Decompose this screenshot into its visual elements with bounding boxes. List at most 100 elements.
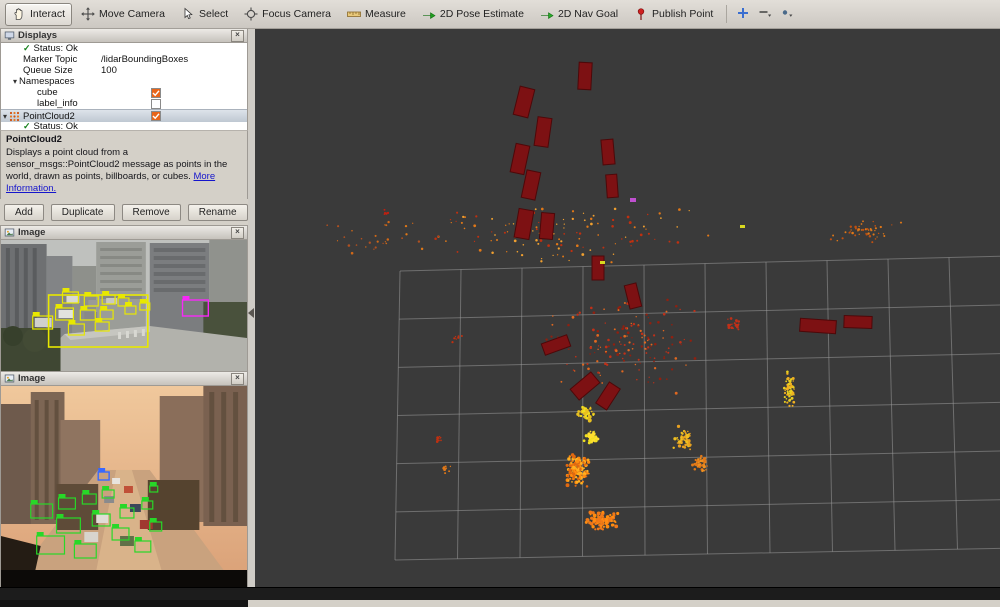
bottom-bar: [0, 587, 1000, 600]
detection-box: [63, 292, 79, 303]
collapse-arrow-icon[interactable]: [248, 308, 254, 318]
display-buttons-row: Add Duplicate Remove Rename: [0, 199, 248, 225]
tool-add-tool[interactable]: [733, 4, 753, 24]
detection-label-tag: [56, 304, 63, 308]
tool-label: 2D Pose Estimate: [440, 8, 524, 20]
tool-measure[interactable]: Measure: [340, 3, 413, 26]
detection-box: [56, 308, 74, 320]
checkbox[interactable]: [151, 110, 161, 122]
tool-pose-estimate[interactable]: 2D Pose Estimate: [415, 3, 531, 26]
tool-focus-camera[interactable]: Focus Camera: [237, 3, 338, 26]
pose-arrow-icon: [422, 7, 436, 21]
detection-box: [100, 310, 113, 319]
detection-box: [150, 522, 162, 531]
image-panel-2-title: Image: [18, 373, 45, 384]
rename-button[interactable]: Rename: [188, 204, 248, 221]
tree-label: label_info: [37, 98, 78, 109]
detection-box: [102, 490, 114, 498]
detection-label-tag: [80, 306, 87, 310]
detection-label-tag: [92, 510, 99, 514]
detection-box: [59, 498, 76, 509]
tool-tool-properties[interactable]: [777, 4, 797, 24]
camera-image-1: [0, 240, 248, 371]
small-marker: [630, 198, 636, 202]
tree-value[interactable]: /lidarBoundingBoxes: [101, 54, 188, 65]
tool-label: 2D Nav Goal: [558, 8, 618, 20]
tool-remove-tool[interactable]: [755, 4, 775, 24]
description-title: PointCloud2: [6, 134, 242, 146]
detection-box: [31, 504, 53, 518]
tree-row-marker-topic[interactable]: Marker Topic/lidarBoundingBoxes: [1, 54, 247, 65]
close-icon[interactable]: ×: [231, 227, 244, 239]
tree-label: Status: Ok: [34, 122, 78, 130]
bounding-box-cube: [534, 117, 552, 148]
tool-select[interactable]: Select: [174, 3, 235, 26]
tree-row-queue-size[interactable]: Queue Size100: [1, 65, 247, 76]
detection-box: [74, 544, 96, 558]
detection-box: [183, 300, 209, 316]
bounding-box-cube: [624, 283, 641, 309]
tree-row-label-info[interactable]: label_info: [1, 98, 247, 109]
detection-overlay-1: [1, 240, 247, 371]
small-marker: [740, 225, 745, 228]
tool-move-camera[interactable]: Move Camera: [74, 3, 172, 26]
image-panel-2-header[interactable]: Image ×: [0, 371, 248, 386]
checkbox[interactable]: [151, 98, 161, 109]
tool-nav-goal[interactable]: 2D Nav Goal: [533, 3, 625, 26]
tree-row-cube[interactable]: cube: [1, 87, 247, 98]
tree-label: Marker Topic: [23, 54, 77, 65]
status-ok-icon: ✓: [23, 43, 31, 54]
remove-button[interactable]: Remove: [122, 204, 181, 221]
tree-row-status-ok[interactable]: ✓Status: Ok: [1, 122, 247, 130]
bounding-box-cube: [514, 208, 534, 239]
duplicate-button[interactable]: Duplicate: [51, 204, 115, 221]
checkbox[interactable]: [151, 87, 161, 98]
select-icon: [181, 7, 195, 21]
status-ok-icon: ✓: [23, 122, 31, 130]
displays-tree: ✓Status: OkMarker Topic/lidarBoundingBox…: [0, 43, 248, 130]
tree-row-pointcloud2[interactable]: ▾ PointCloud2: [1, 109, 247, 122]
3d-viewport[interactable]: [255, 28, 1000, 600]
bounding-box-cube: [513, 86, 535, 118]
left-panel: Displays × ✓Status: OkMarker Topic/lidar…: [0, 28, 248, 600]
detection-label-tag: [98, 468, 105, 472]
tree-label: cube: [37, 87, 58, 98]
tool-label: Select: [199, 8, 228, 20]
detection-label-tag: [33, 312, 40, 316]
small-marker: [600, 261, 605, 264]
close-icon[interactable]: ×: [231, 373, 244, 385]
detection-label-tag: [59, 494, 66, 498]
displays-panel-header[interactable]: Displays ×: [0, 28, 248, 43]
detection-label-tag: [150, 518, 157, 522]
panel-splitter[interactable]: [248, 28, 255, 600]
bounding-box-cube: [541, 335, 570, 356]
detection-label-tag: [102, 486, 109, 490]
tree-row-namespaces[interactable]: ▾Namespaces: [1, 76, 247, 87]
detection-label-tag: [142, 497, 149, 501]
detection-label-tag: [37, 532, 44, 536]
bounding-box-cube: [570, 372, 600, 400]
bounding-box-cube: [606, 174, 619, 198]
ground-grid: [395, 256, 1000, 560]
expander-icon[interactable]: ▾: [3, 111, 7, 122]
close-icon[interactable]: ×: [231, 30, 244, 42]
image-panel-1-header[interactable]: Image ×: [0, 225, 248, 240]
detection-box: [102, 295, 115, 304]
detection-box: [92, 514, 110, 526]
tree-label: PointCloud2: [23, 111, 75, 122]
plus-icon: [736, 6, 750, 23]
detection-label-tag: [82, 490, 89, 494]
expander-icon[interactable]: ▾: [13, 76, 17, 87]
tool-interact[interactable]: Interact: [5, 3, 72, 26]
displays-panel-title: Displays: [18, 30, 57, 41]
detection-label-tag: [100, 306, 107, 310]
tree-label: Namespaces: [19, 76, 74, 87]
detection-label-tag: [74, 540, 81, 544]
nav-arrow-icon: [540, 7, 554, 21]
tree-row-status-ok[interactable]: ✓Status: Ok: [1, 43, 247, 54]
tree-value[interactable]: 100: [101, 65, 117, 76]
tool-label: Publish Point: [652, 8, 713, 20]
tool-publish-point[interactable]: Publish Point: [627, 3, 720, 26]
measure-icon: [347, 7, 361, 21]
add-button[interactable]: Add: [4, 204, 44, 221]
